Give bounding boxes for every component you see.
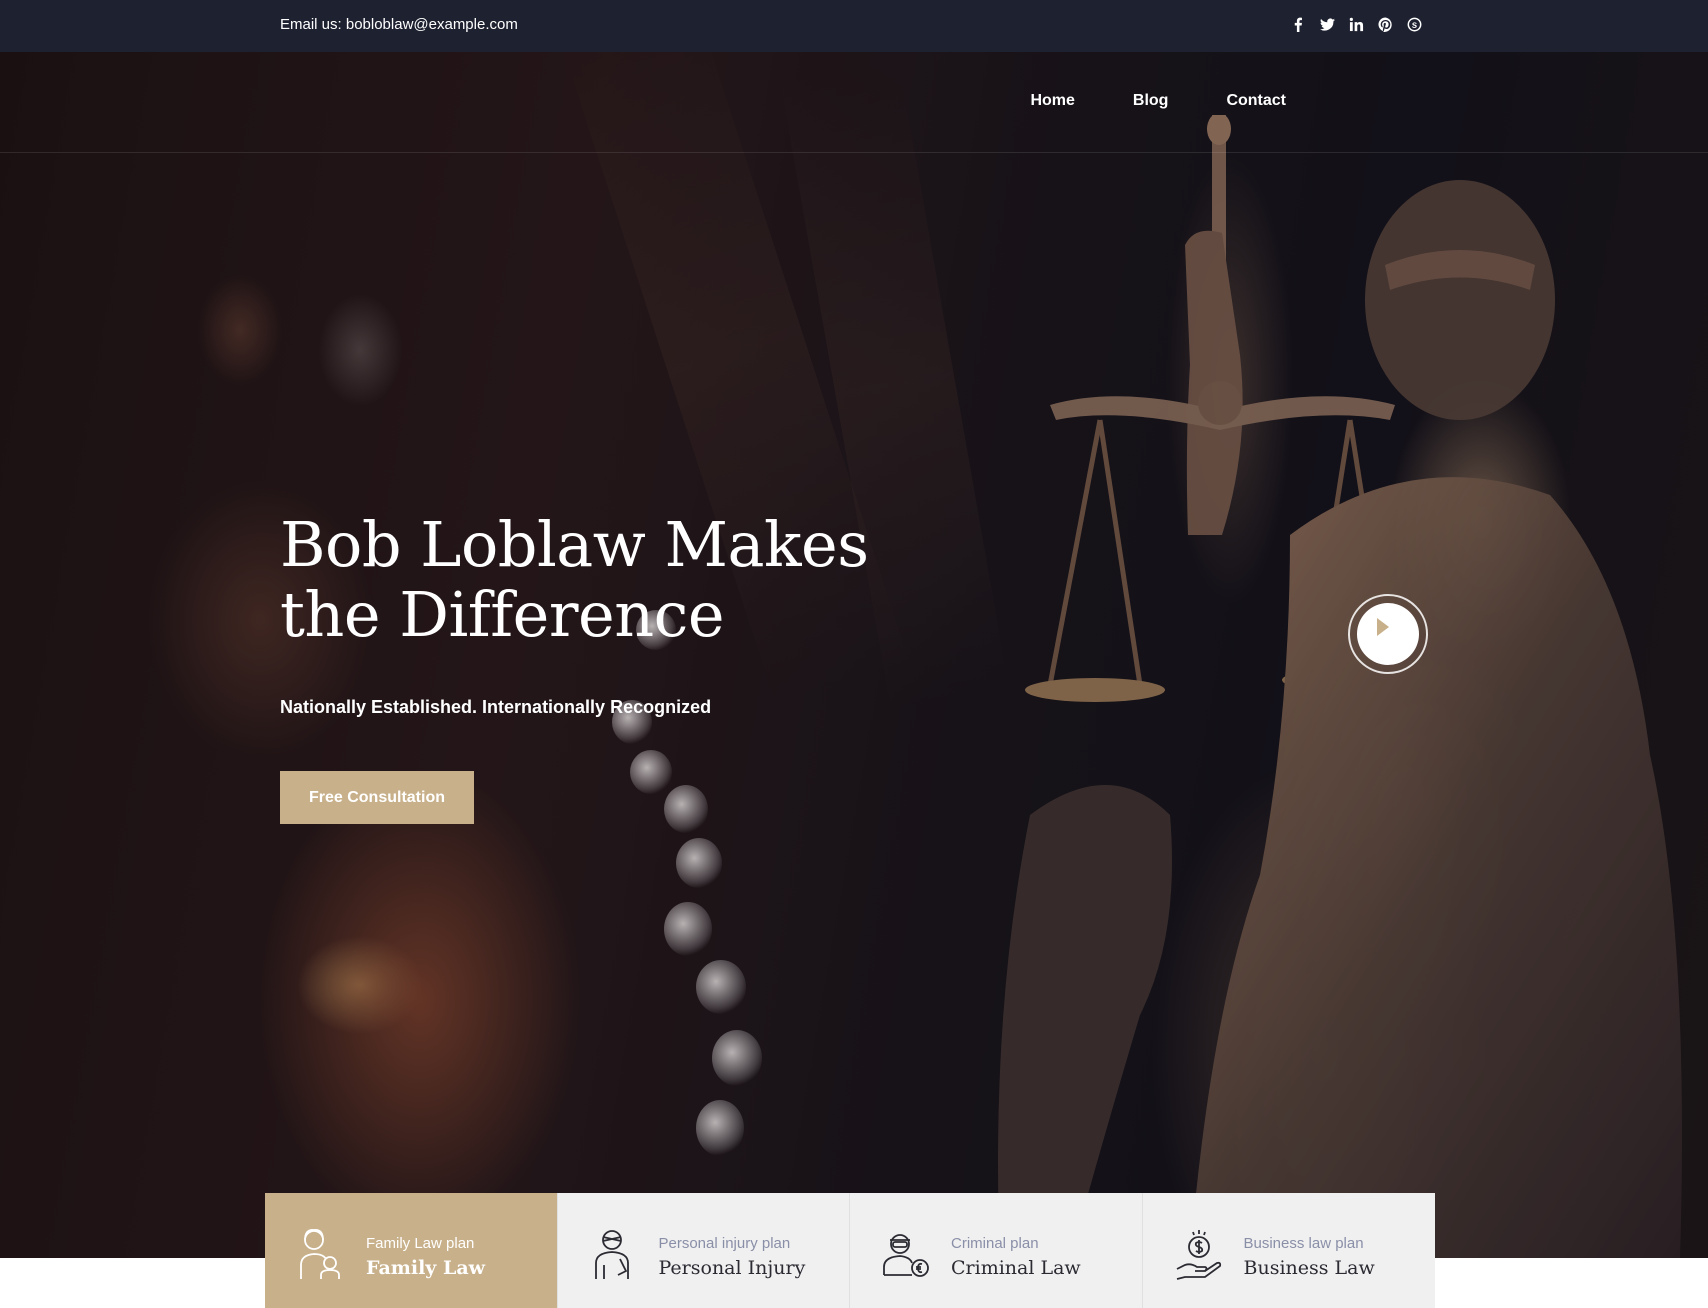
service-plan-label: Personal injury plan (658, 1235, 791, 1252)
lady-justice-statue (998, 115, 1682, 1258)
twitter-icon[interactable] (1320, 17, 1335, 32)
blurred-bead (676, 838, 722, 888)
blurred-bead (664, 785, 708, 833)
service-title: Family Law (366, 1257, 485, 1279)
nav-menu: Home Blog Contact (1030, 92, 1286, 110)
nav-item-home[interactable]: Home (1030, 92, 1074, 110)
nav-item-contact[interactable]: Contact (1226, 92, 1286, 110)
blurred-bead (696, 1100, 744, 1156)
video-play-button[interactable] (1348, 594, 1428, 674)
service-plan-label: Criminal plan (951, 1235, 1039, 1252)
blurred-bead (712, 1030, 762, 1086)
criminal-icon (882, 1227, 930, 1281)
nav-item-blog[interactable]: Blog (1133, 92, 1169, 110)
contact-email[interactable]: Email us: bobloblaw@example.com (280, 16, 518, 33)
blurred-bead (630, 750, 672, 794)
skype-icon[interactable] (1407, 17, 1422, 32)
business-icon (1175, 1227, 1223, 1281)
service-card-family-law[interactable]: Family Law plan Family Law (265, 1193, 558, 1308)
blurred-bead (696, 960, 746, 1014)
hero-headline: Bob Loblaw Makes the Difference (280, 510, 920, 650)
main-navigation: Home Blog Contact (0, 52, 1708, 153)
family-icon (297, 1227, 345, 1281)
service-plan-label: Business law plan (1243, 1235, 1364, 1252)
facebook-icon[interactable] (1291, 17, 1306, 32)
social-links (1291, 17, 1422, 32)
blurred-bead (664, 902, 712, 956)
service-plan-label: Family Law plan (366, 1235, 475, 1252)
linkedin-icon[interactable] (1349, 17, 1364, 32)
play-icon (1377, 618, 1389, 636)
service-cards: Family Law plan Family Law Personal inju… (265, 1193, 1435, 1308)
hero-headline-line-1: Bob Loblaw Makes (280, 508, 869, 581)
top-bar: Email us: bobloblaw@example.com (0, 0, 1708, 52)
service-card-personal-injury[interactable]: Personal injury plan Personal Injury (557, 1193, 850, 1308)
service-card-criminal-law[interactable]: Criminal plan Criminal Law (850, 1193, 1143, 1308)
hero-tagline: Nationally Established. Internationally … (280, 697, 712, 717)
service-card-business-law[interactable]: Business law plan Business Law (1142, 1193, 1435, 1308)
pinterest-icon[interactable] (1378, 17, 1393, 32)
free-consultation-button[interactable]: Free Consultation (280, 771, 474, 824)
service-title: Business Law (1243, 1257, 1375, 1279)
injury-icon (590, 1227, 638, 1281)
service-title: Criminal Law (951, 1257, 1081, 1279)
service-title: Personal Injury (658, 1257, 806, 1279)
hero-headline-line-2: the Difference (280, 578, 725, 651)
